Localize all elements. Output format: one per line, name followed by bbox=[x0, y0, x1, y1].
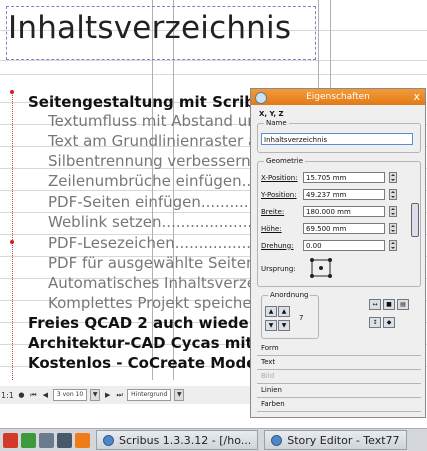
width-field[interactable]: 180.000 mm bbox=[303, 206, 385, 217]
toc-entry: Silbentrennung verbessern............ bbox=[48, 152, 250, 170]
toc-entry: PDF-Lesezeichen.........................… bbox=[48, 234, 250, 252]
lower-icon[interactable]: ▼ bbox=[265, 320, 277, 331]
size-lock-icon[interactable]: ◆ bbox=[383, 317, 395, 328]
x-position-row: X-Position: 15.705 mm bbox=[261, 172, 397, 183]
width-stepper[interactable] bbox=[389, 206, 397, 217]
origin-row: Ursprung: bbox=[261, 265, 303, 273]
height-row: Höhe: 69.500 mm bbox=[261, 223, 397, 234]
toc-entry: Architektur-CAD Cycas mit 3D-Gr bbox=[28, 334, 250, 352]
tab-text[interactable]: Text bbox=[257, 355, 421, 370]
raise-to-top-icon[interactable]: ▲ bbox=[278, 306, 290, 317]
origin-selector-icon[interactable] bbox=[307, 255, 337, 283]
toc-entry: Freies QCAD 2 auch wieder für W bbox=[28, 314, 250, 332]
tab-image-label: Bild bbox=[261, 372, 275, 380]
rotation-stepper[interactable] bbox=[389, 240, 397, 251]
tab-lines[interactable]: Linien bbox=[257, 383, 421, 398]
geometry-group-label: Geometrie bbox=[264, 157, 306, 165]
toc-entry: Text am Grundlinienraster ausrich bbox=[48, 132, 250, 150]
rotation-field[interactable]: 0.00 bbox=[303, 240, 385, 251]
toc-entry: PDF-Seiten einfügen.....................… bbox=[48, 193, 250, 211]
properties-palette: Eigenschaften x X, Y, Z Name Inhaltsverz… bbox=[250, 88, 426, 418]
close-icon[interactable]: x bbox=[413, 90, 420, 103]
height-label: Höhe: bbox=[261, 224, 282, 233]
baseline-grid bbox=[0, 74, 427, 75]
tab-form-label: Form bbox=[261, 344, 279, 352]
rotation-row: Drehung: 0.00 bbox=[261, 240, 397, 251]
last-page-icon[interactable]: ⏭ bbox=[115, 391, 124, 400]
toc-entry: Automatisches Inhaltsverzeichnis bbox=[48, 274, 250, 292]
width-label: Breite: bbox=[261, 207, 285, 216]
calculator-icon[interactable] bbox=[21, 432, 36, 448]
height-stepper[interactable] bbox=[389, 223, 397, 234]
toc-entry: PDF für ausgewählte Seiten............ bbox=[48, 254, 250, 272]
arrangement-group: Anordnung bbox=[261, 291, 319, 339]
previous-page-icon[interactable]: ◀ bbox=[41, 391, 50, 400]
frame-marker bbox=[10, 240, 14, 244]
origin-label: Ursprung: bbox=[261, 265, 296, 273]
print-toggle-icon[interactable]: ▤ bbox=[397, 299, 409, 310]
frame-marker bbox=[10, 90, 14, 94]
level-value: 7 bbox=[299, 314, 304, 322]
taskbar-scribus-label: Scribus 1.3.3.12 - [/ho... bbox=[119, 433, 252, 447]
y-position-stepper[interactable] bbox=[389, 189, 397, 200]
tab-xyz[interactable]: X, Y, Z bbox=[251, 110, 284, 118]
name-input[interactable]: Inhaltsverzeichnis bbox=[261, 133, 413, 145]
toc-entry: Komplettes Projekt speichern......... bbox=[48, 294, 250, 312]
tab-lines-label: Linien bbox=[261, 386, 282, 394]
taskbar: Scribus 1.3.3.12 - [/ho... Story Editor … bbox=[0, 428, 427, 451]
chevron-down-icon[interactable]: ▼ bbox=[174, 389, 185, 401]
chevron-down-icon[interactable]: ▼ bbox=[90, 389, 101, 401]
chain-link-icon[interactable] bbox=[411, 203, 419, 237]
y-position-field[interactable]: 49.237 mm bbox=[303, 189, 385, 200]
terminal-icon[interactable] bbox=[57, 432, 72, 448]
column-guide bbox=[318, 0, 319, 88]
y-position-label: Y-Position: bbox=[261, 190, 297, 199]
story-editor-task-icon bbox=[271, 434, 283, 446]
tab-image: Bild bbox=[257, 369, 421, 384]
tab-form[interactable]: Form bbox=[257, 341, 421, 356]
taskbar-story-editor-label: Story Editor - Text77 bbox=[287, 433, 400, 447]
lock-icon[interactable]: ■ bbox=[383, 299, 395, 310]
baseline-grid bbox=[0, 60, 427, 61]
page-navigation-bar: 1:1 ● ⏮ ◀ 3 von 10 ▼ ▶ ⏭ Hintergrund ▼ bbox=[0, 386, 261, 404]
page-selector[interactable]: 3 von 10 bbox=[52, 389, 88, 401]
height-field[interactable]: 69.500 mm bbox=[303, 223, 385, 234]
document-heading: Inhaltsverzeichnis bbox=[8, 10, 292, 46]
toc-entry: Textumfluss mit Abstand um Rah bbox=[48, 112, 250, 130]
tab-colors[interactable]: Farben bbox=[257, 397, 421, 412]
layer-selector[interactable]: Hintergrund bbox=[127, 389, 172, 401]
toc-entry: Weblink setzen..........................… bbox=[48, 213, 250, 231]
toc-entry: Seitengestaltung mit Scribus....... bbox=[28, 93, 250, 111]
toc-entry: Zeilenumbrüche einfügen................. bbox=[48, 172, 250, 190]
flip-vertical-icon[interactable]: ↕ bbox=[369, 317, 381, 328]
properties-titlebar[interactable]: Eigenschaften x bbox=[251, 89, 425, 105]
editor-icon[interactable] bbox=[39, 432, 54, 448]
app-launcher-icon[interactable] bbox=[3, 432, 18, 448]
scribus-app-icon bbox=[255, 92, 267, 104]
taskbar-scribus-button[interactable]: Scribus 1.3.3.12 - [/ho... bbox=[96, 430, 259, 450]
name-group-label: Name bbox=[264, 119, 289, 127]
tab-text-label: Text bbox=[261, 358, 276, 366]
column-guide bbox=[330, 0, 331, 88]
browser-icon[interactable] bbox=[75, 432, 90, 448]
scribus-task-icon bbox=[103, 434, 114, 446]
next-page-icon[interactable]: ▶ bbox=[103, 391, 112, 400]
zoom-magnifier-icon[interactable]: ● bbox=[17, 391, 26, 400]
first-page-icon[interactable]: ⏮ bbox=[29, 391, 38, 400]
width-row: Breite: 180.000 mm bbox=[261, 206, 397, 217]
toc-entry: Kostenlos - CoCreate Modeling P bbox=[28, 354, 250, 372]
zoom-level[interactable]: 1:1 bbox=[1, 391, 14, 400]
flip-horizontal-icon[interactable]: ↔ bbox=[369, 299, 381, 310]
y-position-row: Y-Position: 49.237 mm bbox=[261, 189, 397, 200]
tab-colors-label: Farben bbox=[261, 400, 285, 408]
taskbar-story-editor-button[interactable]: Story Editor - Text77 bbox=[264, 430, 407, 450]
x-position-field[interactable]: 15.705 mm bbox=[303, 172, 385, 183]
x-position-label: X-Position: bbox=[261, 173, 298, 182]
properties-title: Eigenschaften bbox=[306, 92, 370, 102]
raise-icon[interactable]: ▲ bbox=[265, 306, 277, 317]
rotation-label: Drehung: bbox=[261, 241, 294, 250]
x-position-stepper[interactable] bbox=[389, 172, 397, 183]
lower-to-bottom-icon[interactable]: ▼ bbox=[278, 320, 290, 331]
arrangement-label: Anordnung bbox=[268, 291, 311, 299]
